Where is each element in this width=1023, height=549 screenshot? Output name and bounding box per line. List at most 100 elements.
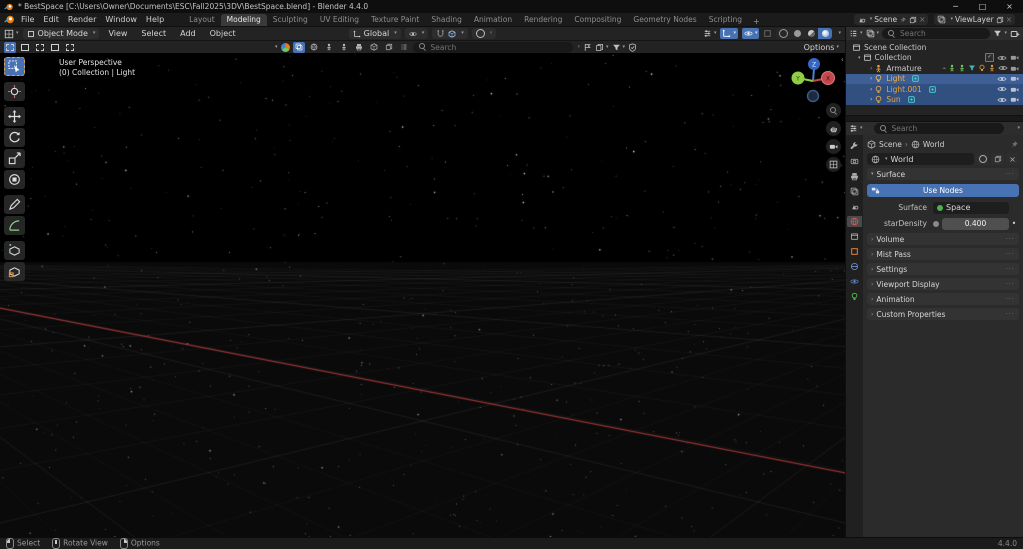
- collection-checkbox[interactable]: ✓: [985, 53, 994, 62]
- expand-icon[interactable]: ›: [870, 86, 872, 93]
- tab-view-layer[interactable]: [847, 186, 862, 197]
- shading-solid-button[interactable]: [790, 28, 804, 39]
- surface-panel-header[interactable]: ▾ Surface ···: [867, 168, 1019, 180]
- list-filter-icon[interactable]: [398, 42, 410, 53]
- custom-properties-panel-header[interactable]: › Custom Properties ···: [867, 308, 1019, 320]
- expand-icon[interactable]: ›: [870, 75, 872, 82]
- settings-panel-header[interactable]: › Settings ···: [867, 263, 1019, 275]
- image-filter-icon[interactable]: [293, 42, 305, 53]
- tool-move[interactable]: [4, 107, 25, 126]
- tab-object-data[interactable]: [847, 291, 862, 302]
- object-visibility-dropdown[interactable]: ▾: [703, 29, 717, 38]
- tab-scripting[interactable]: Scripting: [703, 14, 748, 26]
- expand-icon[interactable]: ▾: [858, 55, 861, 61]
- drag-dots-icon[interactable]: ···: [1005, 265, 1015, 273]
- add-workspace-button[interactable]: +: [748, 17, 765, 26]
- close-button[interactable]: ×: [996, 0, 1023, 13]
- tool-select-box[interactable]: [4, 57, 25, 76]
- tab-object[interactable]: [847, 246, 862, 257]
- tool-measure[interactable]: [4, 216, 25, 235]
- snap-target-icon[interactable]: [448, 30, 456, 38]
- clipboard-filter-icon[interactable]: [383, 42, 395, 53]
- animation-panel-header[interactable]: › Animation ···: [867, 293, 1019, 305]
- tab-layout[interactable]: Layout: [183, 14, 221, 26]
- gizmos-toggle[interactable]: ▾: [720, 28, 738, 39]
- pin-icon[interactable]: [899, 16, 907, 24]
- tab-constraints[interactable]: [847, 261, 862, 272]
- shading-material-button[interactable]: [804, 28, 818, 39]
- duplicate-id-button[interactable]: [991, 153, 1004, 165]
- tool-search-input[interactable]: [431, 43, 567, 52]
- outliner-row-armature[interactable]: › Armature ⌁: [846, 63, 1023, 74]
- unlink-id-button[interactable]: ×: [1006, 153, 1019, 165]
- hide-eye-icon[interactable]: [997, 84, 1007, 94]
- magnet-icon[interactable]: [436, 29, 445, 38]
- star-density-slider[interactable]: 0.400: [942, 218, 1009, 230]
- drag-dots-icon[interactable]: ···: [1005, 170, 1015, 178]
- outliner-id-filter-dropdown[interactable]: ▾: [866, 29, 880, 38]
- tool-annotate[interactable]: [4, 195, 25, 214]
- select-mode-set-button[interactable]: [4, 42, 16, 53]
- menu-file[interactable]: File: [21, 15, 34, 24]
- menu-select[interactable]: Select: [141, 29, 166, 38]
- options-dropdown[interactable]: Options ▾: [804, 43, 841, 52]
- pivot-point-dropdown[interactable]: ▾: [405, 28, 429, 39]
- properties-search-box[interactable]: [874, 123, 1005, 134]
- pin-icon[interactable]: [1010, 140, 1019, 149]
- tool-transform[interactable]: [4, 170, 25, 189]
- zoom-button[interactable]: [826, 103, 841, 118]
- tab-shading[interactable]: Shading: [425, 14, 467, 26]
- outliner-row-light-001[interactable]: › Light.001: [846, 84, 1023, 95]
- pan-button[interactable]: [826, 121, 841, 136]
- tab-uv-editing[interactable]: UV Editing: [314, 14, 365, 26]
- outliner-row-sun[interactable]: › Sun: [846, 95, 1023, 106]
- render-camera-icon[interactable]: [1010, 74, 1019, 83]
- outliner-row-light[interactable]: › Light: [846, 74, 1023, 85]
- shading-wireframe-button[interactable]: [776, 28, 790, 39]
- maximize-button[interactable]: □: [969, 0, 996, 13]
- outliner-display-mode-dropdown[interactable]: ▾: [849, 29, 863, 38]
- render-camera-icon[interactable]: [1010, 85, 1019, 94]
- viewport-display-panel-header[interactable]: › Viewport Display ···: [867, 278, 1019, 290]
- marker-flag-icon[interactable]: [583, 43, 592, 52]
- editor-divider[interactable]: [846, 115, 1023, 122]
- mist-pass-panel-header[interactable]: › Mist Pass ···: [867, 248, 1019, 260]
- display-mode-ball-icon[interactable]: [281, 43, 290, 52]
- viewport-canvas[interactable]: [0, 53, 845, 537]
- mode-selector[interactable]: Object Mode ▾: [23, 28, 100, 39]
- select-mode-intersect-button[interactable]: [64, 42, 76, 53]
- tab-collection[interactable]: [847, 231, 862, 242]
- render-camera-icon[interactable]: [1010, 64, 1019, 73]
- mesh-filter-icon[interactable]: [368, 42, 380, 53]
- outliner-search-input[interactable]: [900, 29, 984, 38]
- camera-view-button[interactable]: [826, 139, 841, 154]
- tool-interactive-add[interactable]: [4, 262, 25, 281]
- select-mode-subtract-button[interactable]: [34, 42, 46, 53]
- tab-rendering[interactable]: Rendering: [518, 14, 568, 26]
- expand-icon[interactable]: ›: [870, 96, 872, 103]
- minimize-button[interactable]: ─: [942, 0, 969, 13]
- surface-value-dropdown[interactable]: Space: [933, 202, 1009, 214]
- proportional-edit-icon[interactable]: [476, 29, 485, 38]
- keying-set-dropdown[interactable]: ▾: [595, 43, 609, 52]
- drag-dots-icon[interactable]: ···: [1005, 250, 1015, 258]
- shading-rendered-button[interactable]: [818, 28, 832, 39]
- menu-view[interactable]: View: [108, 29, 127, 38]
- hide-eye-icon[interactable]: [997, 74, 1007, 84]
- tab-compositing[interactable]: Compositing: [568, 14, 627, 26]
- armature-filter-icon[interactable]: [338, 42, 350, 53]
- fake-user-button[interactable]: [976, 153, 989, 165]
- outliner-filter-dropdown[interactable]: ▾: [993, 29, 1007, 38]
- shield-check-icon[interactable]: [628, 43, 637, 52]
- use-nodes-button[interactable]: Use Nodes: [867, 184, 1019, 197]
- chevron-down-icon[interactable]: ▾: [1017, 126, 1020, 131]
- properties-search-input[interactable]: [892, 124, 999, 133]
- volume-panel-header[interactable]: › Volume ···: [867, 233, 1019, 245]
- object-filter-icon[interactable]: [323, 42, 335, 53]
- remove-view-layer-icon[interactable]: ×: [1006, 15, 1012, 24]
- drag-dots-icon[interactable]: ···: [1005, 235, 1015, 243]
- tab-modeling[interactable]: Modeling: [221, 14, 267, 26]
- navigation-gizmo[interactable]: Z Y X: [789, 55, 837, 105]
- viewport-3d[interactable]: User Perspective (0) Collection | Light: [0, 53, 845, 537]
- outliner-row-collection[interactable]: ▾ Collection ✓: [846, 53, 1023, 64]
